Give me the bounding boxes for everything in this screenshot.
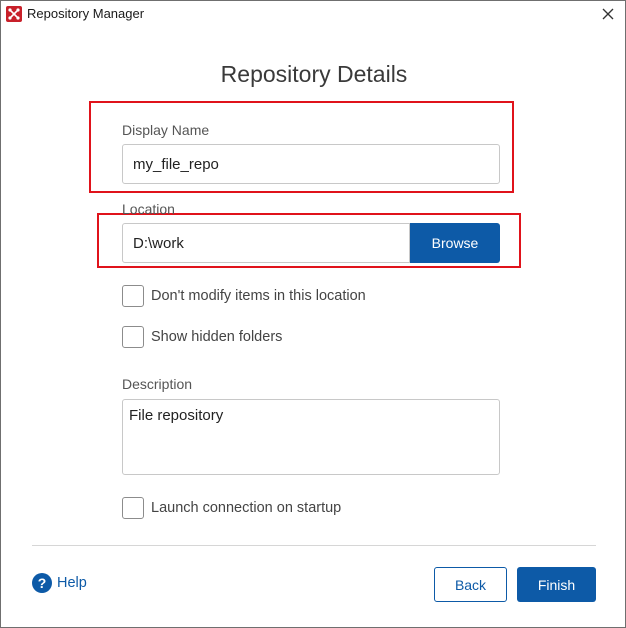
back-button[interactable]: Back — [434, 567, 507, 602]
display-name-input[interactable] — [133, 155, 489, 173]
dont-modify-checkbox[interactable] — [122, 285, 144, 307]
location-label: Location — [122, 201, 175, 217]
app-logo-icon — [6, 6, 22, 22]
close-icon[interactable] — [597, 4, 619, 24]
dont-modify-label: Don't modify items in this location — [151, 288, 366, 304]
show-hidden-label: Show hidden folders — [151, 329, 283, 345]
location-input[interactable] — [133, 234, 399, 252]
launch-on-startup-checkbox[interactable] — [122, 497, 144, 519]
help-icon[interactable]: ? — [32, 573, 52, 593]
browse-button[interactable]: Browse — [410, 223, 500, 263]
dont-modify-option[interactable]: Don't modify items in this location — [122, 285, 366, 307]
help-link[interactable]: ? Help — [32, 573, 87, 593]
finish-button[interactable]: Finish — [517, 567, 596, 602]
show-hidden-option[interactable]: Show hidden folders — [122, 326, 282, 348]
location-field[interactable] — [122, 223, 410, 263]
show-hidden-checkbox[interactable] — [122, 326, 144, 348]
description-label: Description — [122, 376, 193, 392]
title-bar: Repository Manager — [1, 1, 625, 27]
help-label[interactable]: Help — [57, 575, 87, 591]
display-name-field[interactable] — [122, 144, 500, 184]
footer-divider — [32, 545, 596, 546]
launch-on-startup-label: Launch connection on startup — [151, 500, 342, 516]
page-title: Repository Details — [220, 61, 408, 87]
launch-on-startup-option[interactable]: Launch connection on startup — [122, 497, 341, 519]
display-name-label: Display Name — [122, 122, 210, 138]
description-field[interactable]: File repository — [122, 399, 500, 475]
repository-manager-window: Repository Manager Repository Details Di… — [0, 0, 626, 628]
window-title: Repository Manager — [27, 6, 145, 21]
